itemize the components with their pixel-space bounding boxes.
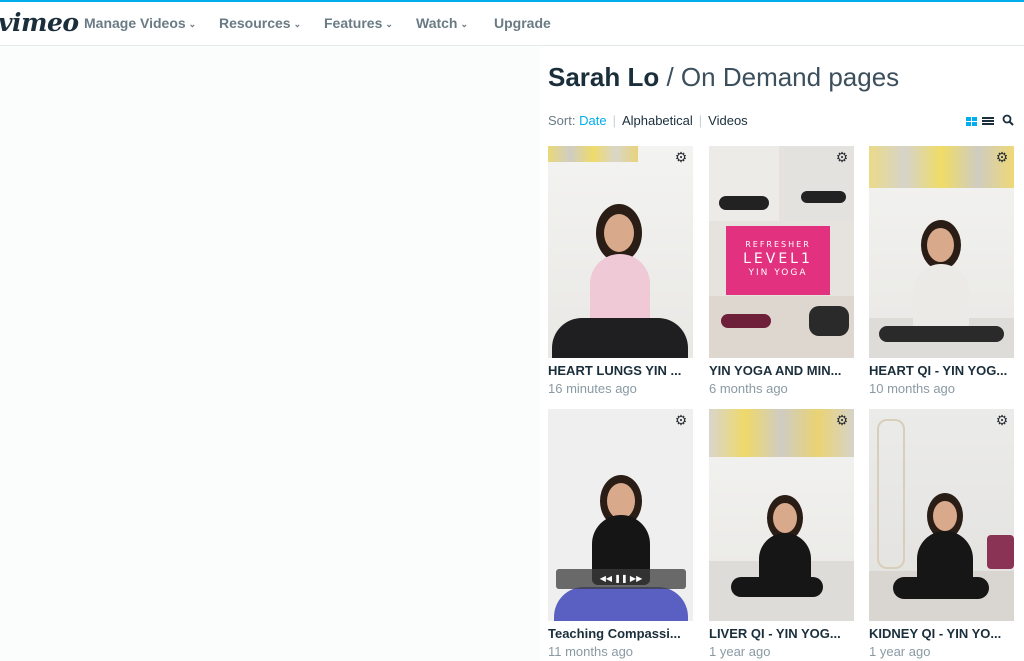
page-title: Sarah Lo / On Demand pages [548, 62, 899, 93]
nav-resources[interactable]: Resources ⌄ [219, 15, 301, 31]
nav-label: Features [324, 15, 383, 31]
video-thumbnail[interactable]: ⚙ [869, 146, 1014, 358]
video-card[interactable]: REFRESHER LEVEL1 YIN YOGA ⚙ YIN YOGA AND… [709, 146, 856, 396]
top-navigation: vimeo Manage Videos ⌄ Resources ⌄ Features… [0, 0, 1024, 46]
gear-icon[interactable]: ⚙ [994, 149, 1010, 165]
video-card[interactable]: ⚙ LIVER QI - YIN YOG... 1 year ago [709, 409, 856, 659]
video-thumbnail[interactable]: ◀◀ ❚❚ ▶▶ ⚙ [548, 409, 693, 621]
page-title-text: / On Demand pages [659, 62, 900, 92]
video-title[interactable]: HEART QI - YIN YOG... [869, 363, 1014, 378]
gear-icon[interactable]: ⚙ [834, 412, 850, 428]
overlay-line: YIN YOGA [748, 268, 808, 278]
nav-upgrade[interactable]: Upgrade [494, 15, 551, 31]
divider: | [698, 113, 703, 128]
sort-videos-link[interactable]: Videos [708, 113, 748, 128]
divider: | [612, 113, 616, 128]
nav-label: Resources [219, 15, 291, 31]
grid-view-icon[interactable] [966, 117, 977, 126]
video-title[interactable]: YIN YOGA AND MIN... [709, 363, 854, 378]
sort-bar: Sort: Date | Alphabetical | Videos [548, 113, 748, 128]
video-timestamp: 10 months ago [869, 381, 956, 396]
nav-features[interactable]: Features ⌄ [324, 15, 393, 31]
chevron-down-icon: ⌄ [188, 19, 197, 29]
video-timestamp: 16 minutes ago [548, 381, 637, 396]
video-title[interactable]: Teaching Compassi... [548, 626, 693, 641]
sort-label: Sort: [548, 113, 576, 128]
video-card[interactable]: ◀◀ ❚❚ ▶▶ ⚙ Teaching Compassi... 11 month… [548, 409, 695, 659]
list-view-icon[interactable] [982, 117, 994, 126]
nav-label: Watch [416, 15, 458, 31]
gear-icon[interactable]: ⚙ [673, 412, 689, 428]
video-timestamp: 1 year ago [709, 644, 771, 659]
video-timestamp: 6 months ago [709, 381, 788, 396]
video-title[interactable]: LIVER QI - YIN YOG... [709, 626, 854, 641]
gear-icon[interactable]: ⚙ [834, 149, 850, 165]
video-card[interactable]: ⚙ KIDNEY QI - YIN YO... 1 year ago [869, 409, 1016, 659]
gear-icon[interactable]: ⚙ [673, 149, 689, 165]
overlay-line: LEVEL1 [743, 251, 813, 267]
vimeo-logo[interactable]: vimeo [0, 8, 79, 37]
video-thumbnail[interactable]: ⚙ [548, 146, 693, 358]
owner-name-link[interactable]: Sarah Lo [548, 62, 659, 92]
video-thumbnail[interactable]: ⚙ [709, 409, 854, 621]
nav-manage-videos[interactable]: Manage Videos ⌄ [84, 15, 196, 31]
video-player-controls[interactable]: ◀◀ ❚❚ ▶▶ [556, 569, 686, 589]
chevron-down-icon: ⌄ [460, 19, 469, 29]
gear-icon[interactable]: ⚙ [994, 412, 1010, 428]
video-card[interactable]: ⚙ HEART LUNGS YIN ... 16 minutes ago [548, 146, 695, 396]
overlay-line: REFRESHER [745, 240, 811, 249]
refresher-overlay: REFRESHER LEVEL1 YIN YOGA [726, 226, 830, 295]
chevron-down-icon: ⌄ [293, 19, 302, 29]
nav-label: Manage Videos [84, 15, 186, 31]
blank-content-area [0, 47, 540, 661]
video-timestamp: 11 months ago [548, 644, 634, 659]
sort-date-link[interactable]: Date [579, 113, 606, 128]
nav-watch[interactable]: Watch ⌄ [416, 15, 468, 31]
video-title[interactable]: HEART LUNGS YIN ... [548, 363, 693, 378]
video-thumbnail[interactable]: ⚙ [869, 409, 1014, 621]
sort-alphabetical-link[interactable]: Alphabetical [622, 113, 693, 128]
search-icon[interactable] [1002, 114, 1014, 126]
nav-label: Upgrade [494, 15, 551, 31]
video-card[interactable]: ⚙ HEART QI - YIN YOG... 10 months ago [869, 146, 1016, 396]
chevron-down-icon: ⌄ [385, 19, 393, 29]
video-thumbnail[interactable]: REFRESHER LEVEL1 YIN YOGA ⚙ [709, 146, 854, 358]
video-title[interactable]: KIDNEY QI - YIN YO... [869, 626, 1014, 641]
video-timestamp: 1 year ago [869, 644, 931, 659]
